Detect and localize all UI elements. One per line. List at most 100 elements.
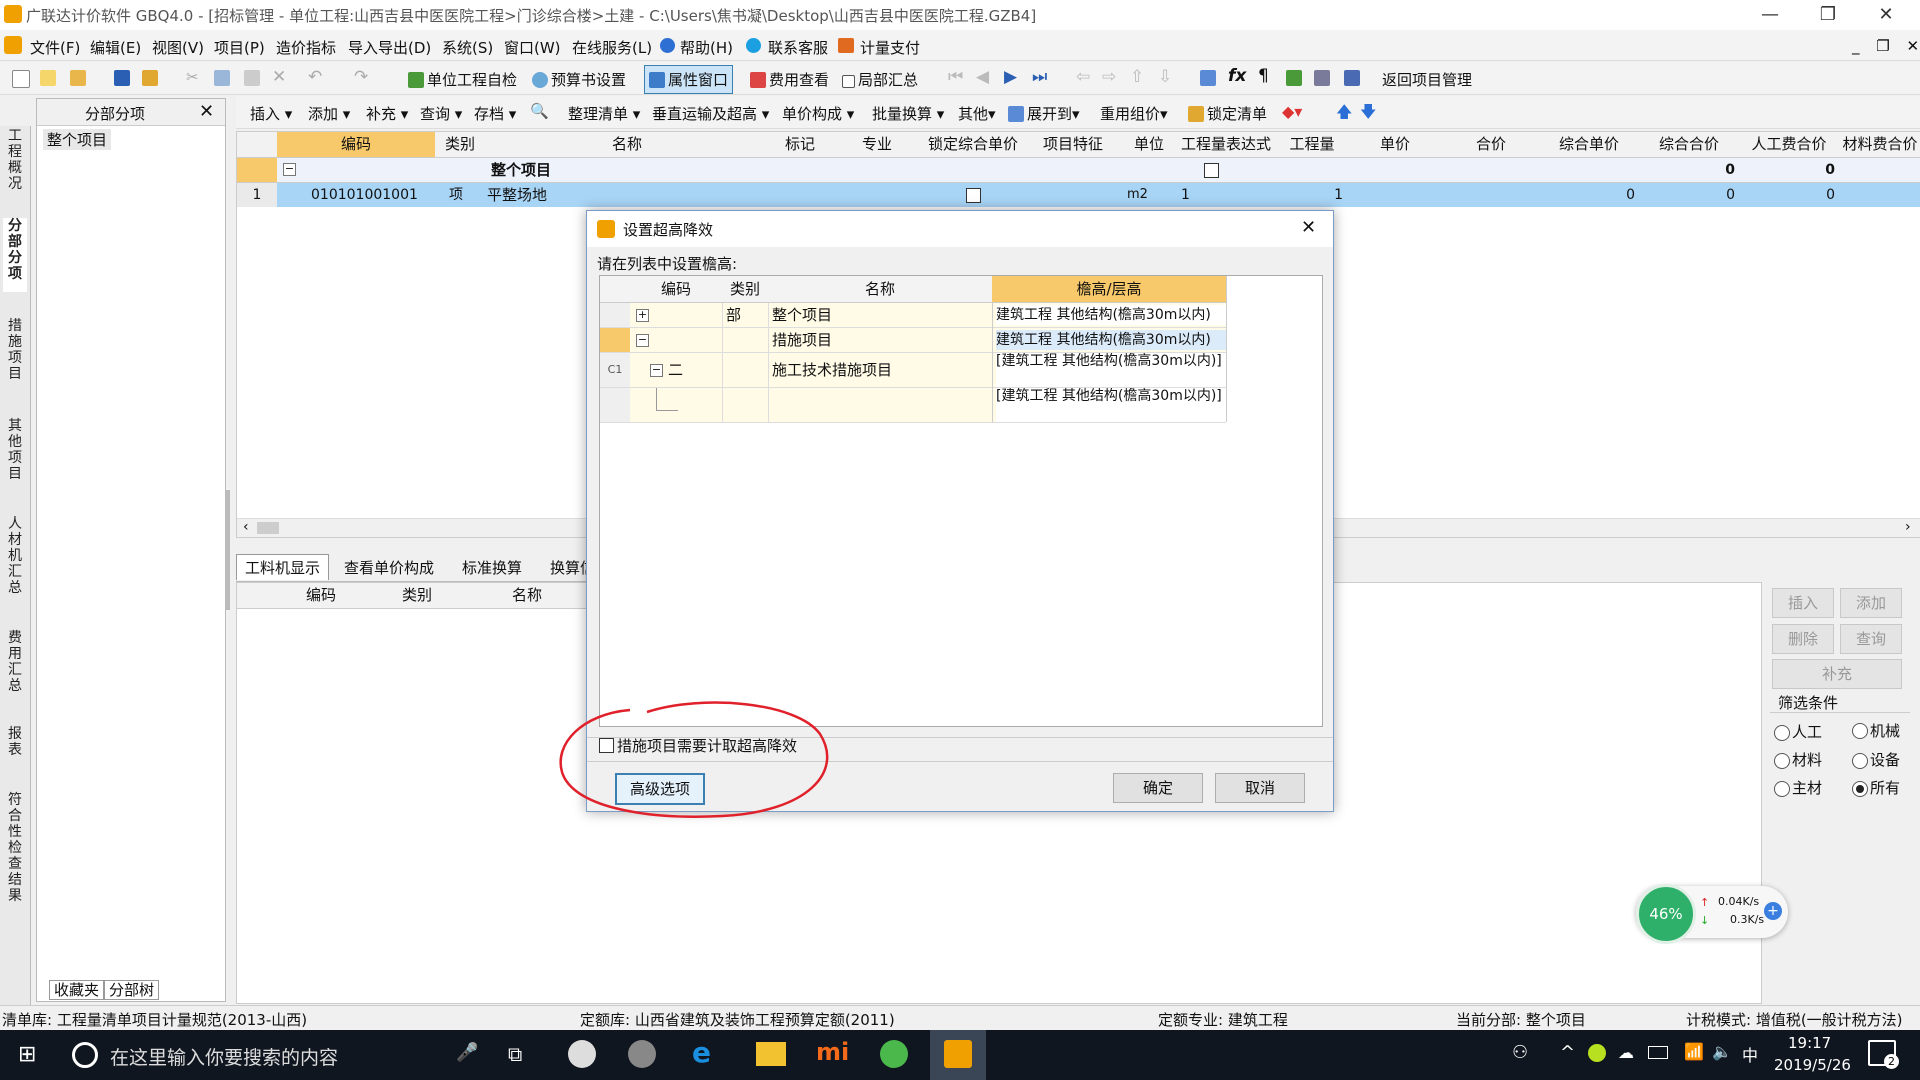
move-up-icon[interactable]: 🡅 [1336,101,1352,128]
partial-summary-checkbox[interactable] [842,75,855,88]
lock-list-button[interactable]: 锁定清单 [1188,103,1267,124]
vtab-measures[interactable]: 措施项目 [3,318,27,388]
filter-main-material-radio[interactable] [1774,781,1790,797]
plus-icon[interactable]: + [1764,902,1782,920]
wifi-icon[interactable]: 📶 [1684,1042,1704,1061]
down-arrow-icon[interactable]: ⇩ [1158,67,1172,87]
dgrid-col-code[interactable]: 编码 [630,276,723,303]
detail-delete-button[interactable]: 删除 [1772,624,1834,654]
tray-expand-icon[interactable]: ^ [1560,1042,1575,1063]
scroll-left-icon[interactable]: ‹ [243,519,249,535]
detail-supplement-button[interactable]: 补充 [1772,659,1902,689]
paragraph-icon[interactable]: ¶ [1258,66,1269,86]
self-check-button[interactable]: 单位工程自检 [408,69,517,90]
edge-browser-icon[interactable]: e [692,1036,711,1069]
summary-lock-checkbox[interactable] [1204,163,1219,178]
windows-start-icon[interactable]: ⊞ [18,1042,36,1067]
expand-to-dropdown[interactable]: 展开到▾ [1008,103,1080,124]
undo-icon[interactable]: ↶ [308,67,322,87]
new-project-icon[interactable] [40,70,56,86]
table-row-summary[interactable]: − 整个项目 0 0 [237,158,1920,183]
file-explorer-icon[interactable] [756,1042,786,1066]
partial-summary-button[interactable]: 局部汇总 [842,69,918,90]
mi-app-icon[interactable]: mi [816,1038,849,1066]
archive-dropdown[interactable]: 存档 ▾ [474,103,516,124]
cell-unit[interactable]: m2 [1127,183,1167,207]
save-icon[interactable] [114,70,130,86]
cell-qty[interactable]: 1 [1277,183,1343,207]
detail-col-name[interactable]: 名称 [447,583,608,609]
dialog-cell-height[interactable]: [建筑工程 其他结构(檐高30m以内)] [996,388,1226,422]
close-button[interactable]: ✕ [1858,0,1914,30]
dialog-cell-height[interactable]: [建筑工程 其他结构(檐高30m以内)] [996,353,1226,387]
copy-icon[interactable] [214,70,230,86]
redo-icon[interactable]: ↷ [354,67,368,87]
printer-icon[interactable] [1314,70,1330,86]
fee-view-button[interactable]: 费用查看 [750,69,829,90]
col-header-unit[interactable]: 单位 [1123,132,1176,158]
tree-root-item[interactable]: 整个项目 [43,129,112,150]
unit-price-dropdown[interactable]: 单价构成 ▾ [782,103,854,124]
tray-app-icon[interactable] [1588,1044,1606,1062]
right-arrow-icon[interactable]: ⇨ [1102,67,1116,87]
collapse-icon[interactable]: − [650,364,663,377]
dialog-close-button[interactable]: ✕ [1301,217,1316,238]
menu-help[interactable]: 帮助(H) [680,37,733,58]
first-icon[interactable]: ⏮ [948,67,963,87]
lock-price-checkbox[interactable] [966,188,981,203]
menu-project[interactable]: 项目(P) [214,37,265,58]
cloud-icon[interactable]: ☁ [1618,1043,1634,1062]
query-dropdown[interactable]: 查询 ▾ [420,103,462,124]
dialog-row[interactable]: + 部 整个项目 建筑工程 其他结构(檐高30m以内) [600,303,1226,328]
property-window-button[interactable]: 属性窗口 [644,65,734,94]
taskbar-search[interactable]: 在这里输入你要搜索的内容 [110,1043,338,1070]
vtab-fee-summary[interactable]: 费用汇总 [3,630,27,700]
report-icon[interactable] [1344,70,1360,86]
organize-list-dropdown[interactable]: 整理清单 ▾ [568,103,640,124]
table-row[interactable]: 1 010101001001 项 平整场地 m2 1 1 0 0 0 [237,183,1920,207]
mdi-controls[interactable]: _ ❐ ✕ [1852,37,1920,55]
col-header-mark[interactable]: 标记 [769,132,832,158]
next-icon[interactable]: ▶ [1004,67,1017,87]
collapse-icon[interactable]: − [636,334,649,347]
battery-icon[interactable] [1648,1046,1668,1059]
menu-cost-index[interactable]: 造价指标 [276,37,336,58]
detail-add-button[interactable]: 添加 [1840,588,1902,618]
app-360-icon[interactable] [568,1040,596,1068]
microphone-icon[interactable]: 🎤 [456,1042,478,1063]
col-header-lock-price[interactable]: 锁定综合单价 [923,132,1024,158]
tab-labor-material-display[interactable]: 工料机显示 [236,554,330,580]
cell-code[interactable]: 010101001001 [311,183,431,207]
cell-name[interactable]: 平整场地 [487,183,687,207]
return-project-button[interactable]: 返回项目管理 [1382,69,1472,90]
col-header-total-price[interactable]: 综合合价 [1639,132,1740,158]
vtab-labor-material[interactable]: 人材机汇总 [3,516,27,600]
filter-labor-radio[interactable] [1774,725,1790,741]
scroll-right-icon[interactable]: › [1905,519,1911,535]
detail-insert-button[interactable]: 插入 [1772,588,1834,618]
collapse-icon[interactable]: − [283,163,296,176]
tab-favorites[interactable]: 收藏夹 [49,980,105,1000]
col-header-total[interactable]: 合价 [1443,132,1540,158]
col-header-material[interactable]: 材料费合价 [1839,132,1920,158]
tab-standard-conversion[interactable]: 标准换算 [462,557,522,578]
menu-system[interactable]: 系统(S) [442,37,493,58]
menu-view[interactable]: 视图(V) [152,37,204,58]
detail-query-button[interactable]: 查询 [1840,624,1902,654]
left-arrow-icon[interactable]: ⇦ [1076,67,1090,87]
ok-button[interactable]: 确定 [1113,773,1203,803]
batch-convert-dropdown[interactable]: 批量换算 ▾ [872,103,944,124]
filter-material-radio[interactable] [1774,753,1790,769]
vtab-compliance[interactable]: 符合性检查结果 [3,792,27,912]
cortana-icon[interactable] [72,1042,98,1068]
menu-import-export[interactable]: 导入导出(D) [348,37,431,58]
tab-unit-price-composition[interactable]: 查看单价构成 [344,557,434,578]
reuse-price-dropdown[interactable]: 重用组价▾ [1100,103,1168,124]
col-header-labor[interactable]: 人工费合价 [1739,132,1840,158]
app-menu-icon[interactable] [4,36,22,54]
filter-all-radio[interactable] [1852,781,1868,797]
tab-section-tree[interactable]: 分部树 [104,980,160,1000]
col-header-code[interactable]: 编码 [277,132,436,158]
filter-equipment-radio[interactable] [1852,753,1868,769]
other-dropdown[interactable]: 其他▾ [958,103,996,124]
